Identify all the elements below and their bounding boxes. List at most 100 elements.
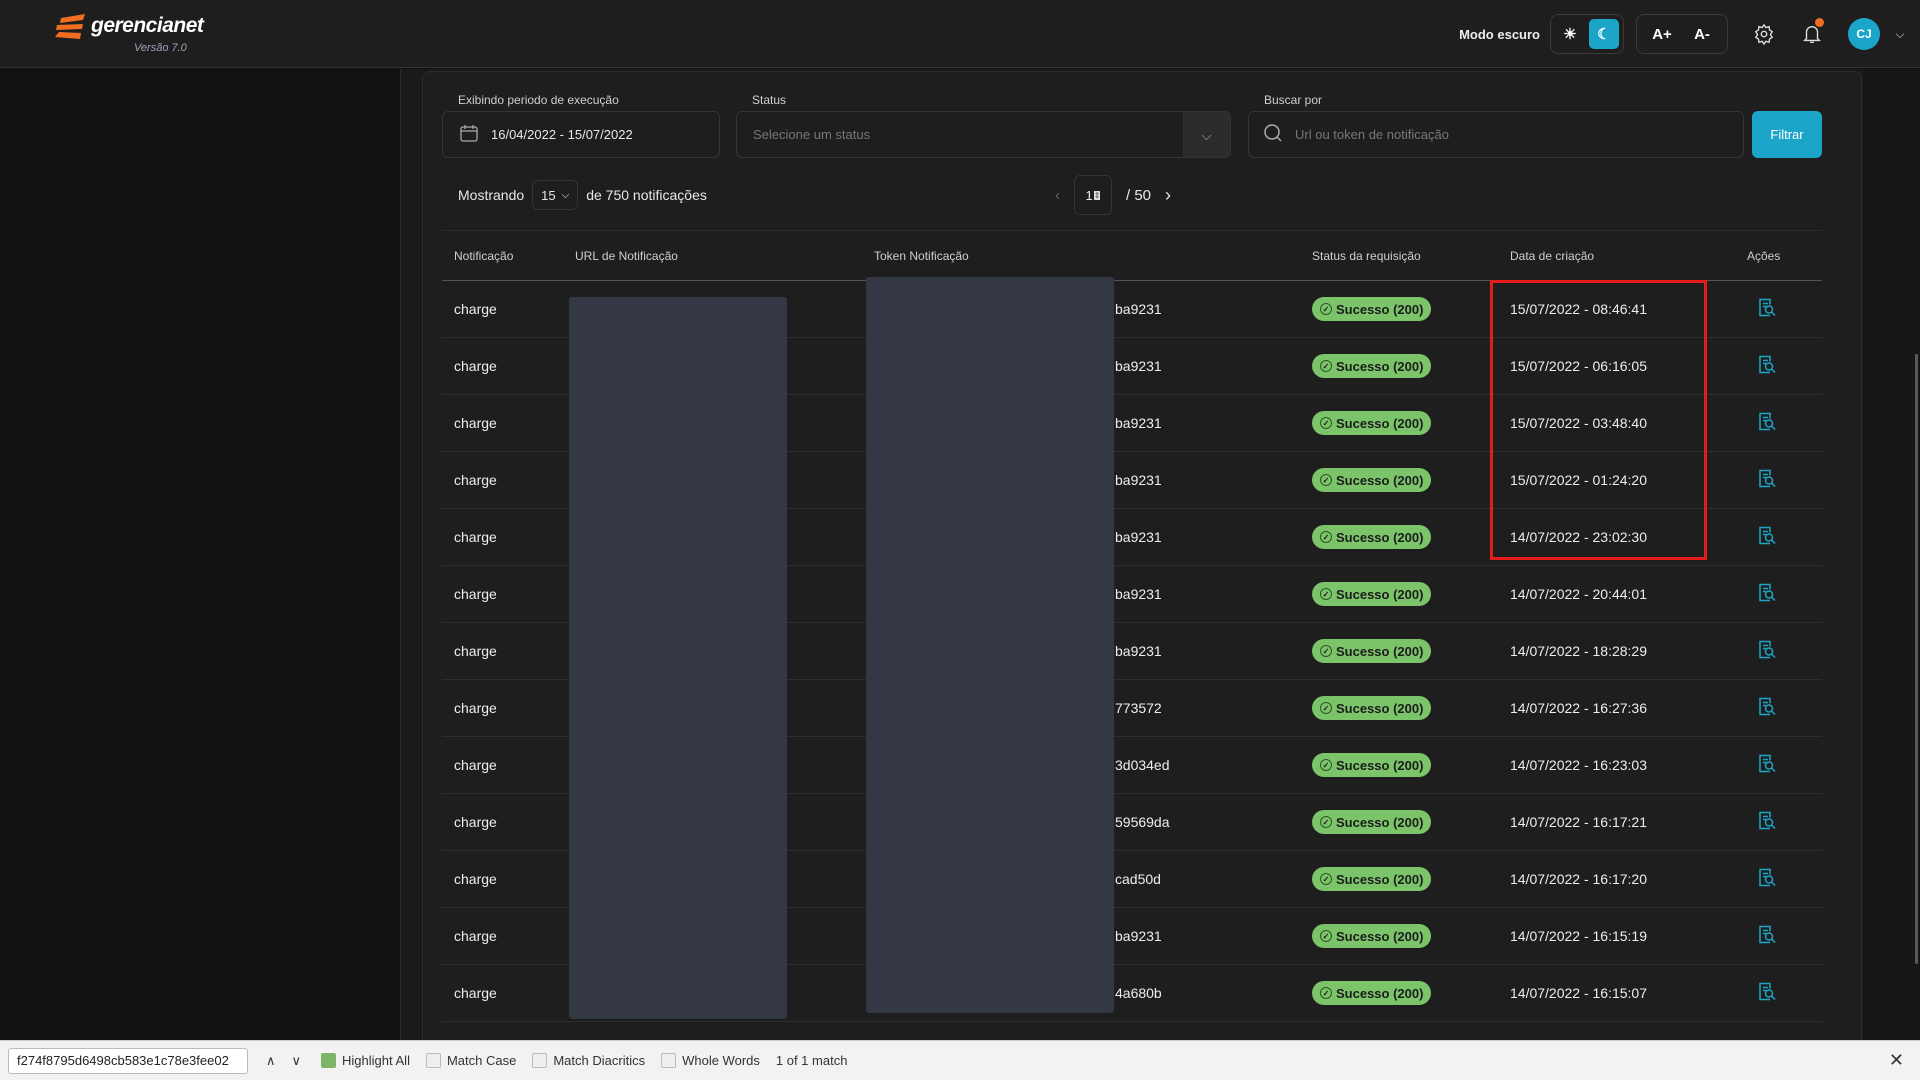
page-input[interactable]: 1 ⇕	[1074, 175, 1112, 215]
checkbox-checked	[321, 1053, 337, 1068]
moon-icon[interactable]: ☾	[1589, 19, 1619, 49]
total-pages: / 50	[1126, 186, 1152, 204]
notification-type: charge	[454, 529, 497, 545]
col-date: Data de criação	[1510, 248, 1595, 263]
whole-words-checkbox[interactable]: Whole Words	[661, 1053, 760, 1068]
notification-type: charge	[454, 472, 497, 488]
created-date: 14/07/2022 - 16:23:03	[1510, 757, 1648, 773]
col-token: Token Notificação	[874, 248, 969, 263]
font-increase-button[interactable]: A+	[1647, 19, 1677, 49]
view-details-icon[interactable]	[1758, 868, 1776, 891]
view-details-icon[interactable]	[1758, 925, 1776, 948]
red-annotation-box	[1490, 280, 1707, 560]
status-badge: ✓ Sucesso (200)	[1312, 468, 1432, 492]
brand-name: gerencianet	[91, 14, 204, 37]
top-header: gerencianet Versão 7.0 Modo escuro ☀ ☾ A…	[0, 0, 1920, 68]
scrollbar[interactable]	[1915, 354, 1918, 964]
find-input[interactable]: f274f8795d6498cb583e1c78e3fee02	[8, 1047, 248, 1074]
close-icon[interactable]: ✕	[1889, 1050, 1904, 1071]
check-circle-icon: ✓	[1320, 588, 1332, 600]
view-details-icon[interactable]	[1758, 697, 1776, 720]
status-text: Sucesso (200)	[1336, 472, 1424, 488]
check-circle-icon: ✓	[1320, 645, 1332, 657]
checkbox	[661, 1053, 677, 1068]
created-date: 14/07/2022 - 20:44:01	[1510, 586, 1648, 602]
per-page-select[interactable]: 15 ⌵	[532, 180, 579, 210]
notification-type: charge	[454, 415, 497, 431]
view-details-icon[interactable]	[1758, 469, 1776, 492]
calendar-icon	[459, 123, 479, 146]
chevron-down-icon: ⌵	[1183, 112, 1230, 157]
check-circle-icon: ✓	[1320, 987, 1332, 999]
view-details-icon[interactable]	[1758, 811, 1776, 834]
search-icon	[1263, 123, 1283, 146]
period-value: 16/04/2022 - 15/07/2022	[491, 127, 633, 142]
status-text: Sucesso (200)	[1336, 529, 1424, 545]
right-strip	[1863, 69, 1920, 1040]
created-date: 14/07/2022 - 16:17:21	[1510, 814, 1648, 830]
font-size-controls: A+ A-	[1636, 14, 1728, 54]
status-badge: ✓ Sucesso (200)	[1312, 924, 1432, 948]
token-suffix: ba9231	[1115, 928, 1162, 944]
notifications-bell-icon[interactable]	[1788, 14, 1836, 54]
prev-page-icon[interactable]: ‹	[1055, 187, 1060, 204]
match-diacritics-label: Match Diacritics	[553, 1053, 646, 1068]
filter-button[interactable]: Filtrar	[1752, 111, 1822, 158]
view-details-icon[interactable]	[1758, 526, 1776, 549]
view-details-icon[interactable]	[1758, 583, 1776, 606]
match-diacritics-checkbox[interactable]: Match Diacritics	[532, 1053, 645, 1068]
highlight-all-checkbox[interactable]: Highlight All	[321, 1053, 410, 1068]
token-suffix: ba9231	[1115, 415, 1162, 431]
status-select[interactable]: Selecione um status ⌵	[736, 111, 1231, 158]
view-details-icon[interactable]	[1758, 298, 1776, 321]
view-details-icon[interactable]	[1758, 640, 1776, 663]
pagination: ‹ 1 ⇕ / 50 ›	[1055, 175, 1171, 215]
sun-icon[interactable]: ☀	[1555, 19, 1585, 49]
find-next-icon[interactable]: ∨	[292, 1053, 302, 1069]
next-page-icon[interactable]: ›	[1165, 185, 1171, 206]
whole-words-label: Whole Words	[682, 1053, 760, 1068]
view-details-icon[interactable]	[1758, 412, 1776, 435]
check-circle-icon: ✓	[1320, 816, 1332, 828]
status-text: Sucesso (200)	[1336, 586, 1424, 602]
token-suffix: ba9231	[1115, 586, 1162, 602]
chevron-down-icon[interactable]: ⌵	[1880, 27, 1920, 42]
notification-type: charge	[454, 643, 497, 659]
settings-gear-icon[interactable]	[1740, 14, 1788, 54]
check-circle-icon: ✓	[1320, 417, 1332, 429]
token-suffix: 3d034ed	[1115, 757, 1170, 773]
created-date: 14/07/2022 - 16:17:20	[1510, 871, 1648, 887]
status-text: Sucesso (200)	[1336, 415, 1424, 431]
status-badge: ✓ Sucesso (200)	[1312, 354, 1432, 378]
find-previous-icon[interactable]: ∧	[266, 1053, 276, 1069]
status-text: Sucesso (200)	[1336, 871, 1424, 887]
checkbox	[425, 1053, 441, 1068]
total-count: de 750 notificações	[586, 187, 707, 203]
chevron-down-icon: ⌵	[561, 189, 570, 201]
view-details-icon[interactable]	[1758, 754, 1776, 777]
gerencianet-logo-icon	[55, 14, 85, 39]
token-suffix: ba9231	[1115, 301, 1162, 317]
check-circle-icon: ✓	[1320, 303, 1332, 315]
notification-type: charge	[454, 586, 497, 602]
status-badge: ✓ Sucesso (200)	[1312, 981, 1432, 1005]
created-date: 14/07/2022 - 18:28:29	[1510, 643, 1648, 659]
avatar[interactable]: CJ	[1848, 18, 1880, 50]
search-input[interactable]: Url ou token de notificação	[1248, 111, 1744, 158]
view-details-icon[interactable]	[1758, 355, 1776, 378]
status-badge: ✓ Sucesso (200)	[1312, 810, 1432, 834]
col-status: Status da requisição	[1312, 248, 1421, 263]
font-decrease-button[interactable]: A-	[1687, 19, 1717, 49]
page-value: 1	[1085, 187, 1093, 203]
match-case-checkbox[interactable]: Match Case	[425, 1053, 516, 1068]
status-badge: ✓ Sucesso (200)	[1312, 297, 1432, 321]
status-badge: ✓ Sucesso (200)	[1312, 867, 1432, 891]
token-suffix: ba9231	[1115, 472, 1162, 488]
notification-type: charge	[454, 301, 497, 317]
period-input[interactable]: 16/04/2022 - 15/07/2022	[442, 111, 720, 158]
status-badge: ✓ Sucesso (200)	[1312, 525, 1432, 549]
status-text: Sucesso (200)	[1336, 928, 1424, 944]
period-label: Exibindo periodo de execução	[458, 93, 619, 107]
view-details-icon[interactable]	[1758, 982, 1776, 1005]
logo[interactable]: gerencianet Versão 7.0	[55, 14, 204, 54]
